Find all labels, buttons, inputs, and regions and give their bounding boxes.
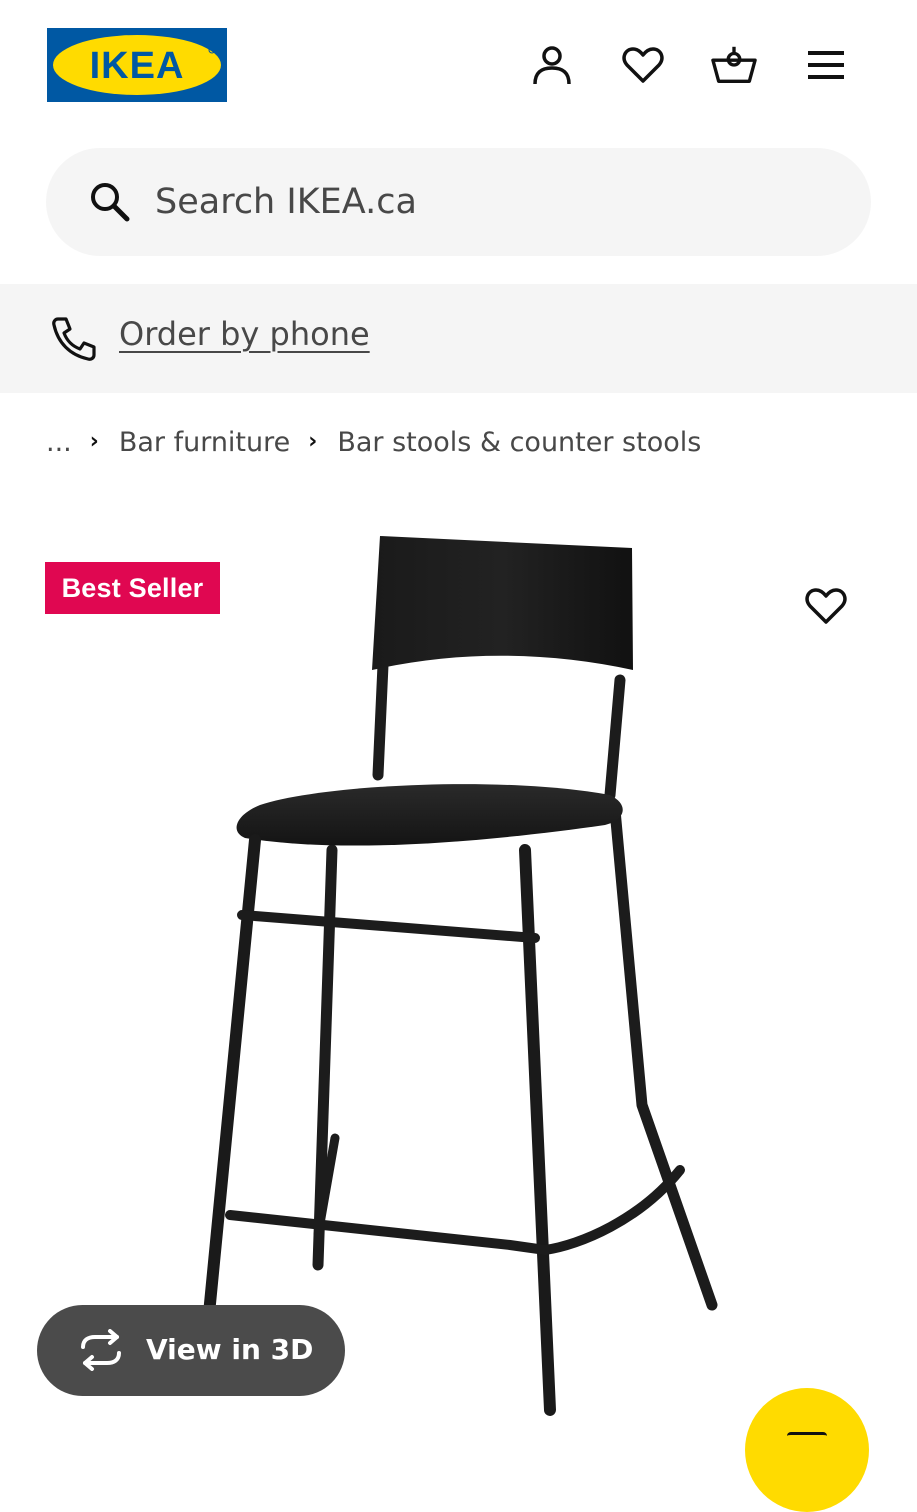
search-input[interactable]: [155, 170, 835, 234]
search-icon[interactable]: [88, 180, 132, 224]
view-in-3d-label: View in 3D: [146, 1333, 314, 1366]
site-header: IKEA: [0, 0, 917, 130]
breadcrumb-item-bar-furniture[interactable]: Bar furniture: [119, 427, 290, 458]
chat-icon: [787, 1432, 827, 1445]
chevron-right-icon: ›: [308, 428, 318, 454]
favourites-button[interactable]: [620, 42, 666, 88]
add-to-favourites-button[interactable]: [800, 580, 852, 632]
profile-button[interactable]: [529, 42, 575, 88]
cart-button[interactable]: [711, 42, 757, 88]
profile-icon: [533, 46, 571, 85]
shopping-bag-icon: [711, 46, 757, 83]
heart-icon: [622, 47, 664, 83]
ikea-logo[interactable]: IKEA: [47, 28, 227, 102]
menu-button[interactable]: [803, 42, 849, 88]
breadcrumb-item-bar-stools[interactable]: Bar stools & counter stools: [337, 427, 701, 458]
breadcrumb-ellipsis[interactable]: ...: [46, 427, 72, 458]
chevron-right-icon: ›: [89, 428, 99, 454]
chat-button[interactable]: [745, 1388, 869, 1512]
phone-icon: [52, 317, 96, 361]
hamburger-menu-icon: [808, 51, 844, 79]
rotate-3d-icon: [81, 1329, 121, 1371]
breadcrumb: ... › Bar furniture › Bar stools & count…: [46, 420, 701, 464]
product-image[interactable]: [200, 520, 740, 1420]
view-in-3d-button[interactable]: View in 3D: [37, 1305, 345, 1396]
svg-text:IKEA: IKEA: [90, 45, 185, 87]
order-by-phone-link[interactable]: Order by phone: [119, 312, 370, 356]
best-seller-badge: Best Seller: [45, 562, 220, 614]
heart-icon: [805, 588, 847, 624]
